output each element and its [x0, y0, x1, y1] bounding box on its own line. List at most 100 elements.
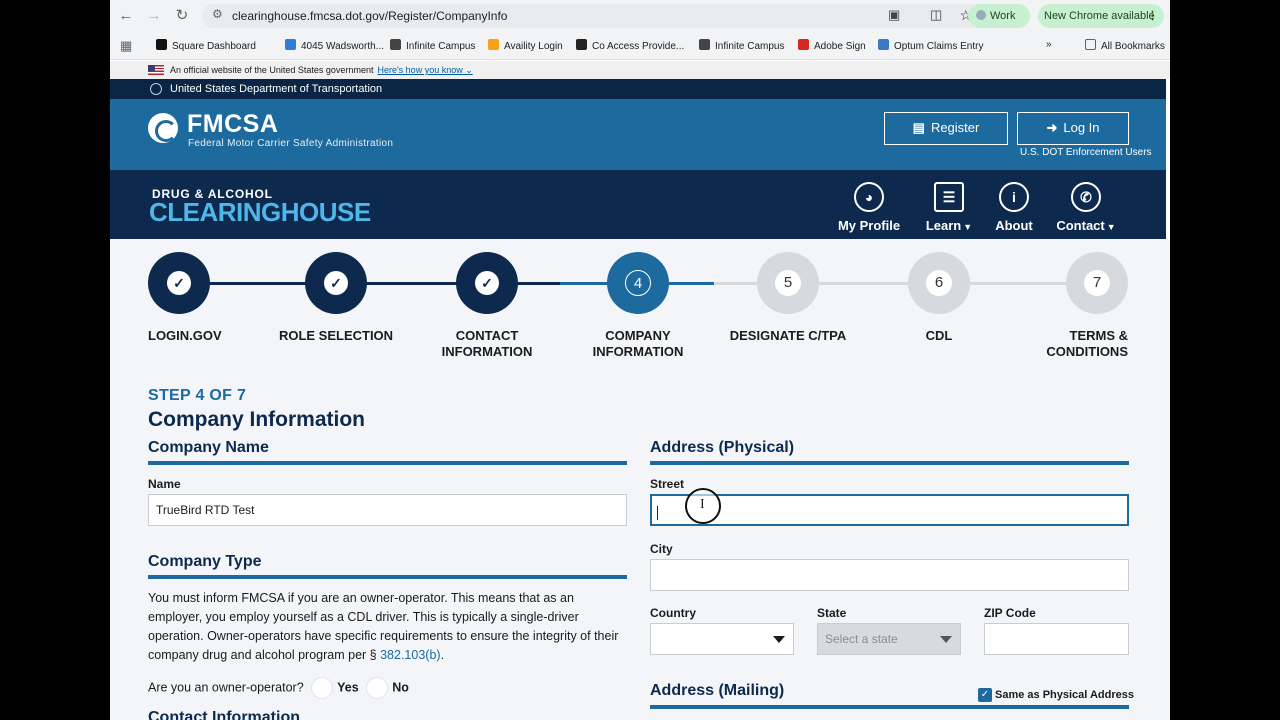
zip-input[interactable]: [984, 623, 1129, 655]
gov-banner: An official website of the United States…: [110, 61, 1170, 79]
city-input[interactable]: [650, 559, 1129, 591]
browser-toolbar: ← → ↻ ⚙ clearinghouse.fmcsa.dot.gov/Regi…: [110, 0, 1170, 32]
heres-how-label: Here's how you know: [377, 65, 463, 75]
nav-my-profile[interactable]: ◕ My Profile: [836, 182, 902, 233]
bookmark-label: Availity Login: [504, 41, 563, 52]
browser-window: ← → ↻ ⚙ clearinghouse.fmcsa.dot.gov/Regi…: [110, 0, 1170, 720]
same-as-physical-checkbox[interactable]: ✓: [978, 688, 992, 702]
city-label: City: [650, 542, 673, 556]
bookmark-item[interactable]: Infinite Campus: [699, 39, 784, 52]
step-number: 7: [1084, 270, 1110, 296]
login-button[interactable]: ➜ Log In: [1017, 112, 1129, 145]
extensions-icon[interactable]: ▣: [888, 7, 900, 23]
bookmark-label: Adobe Sign: [814, 41, 866, 52]
section-rule: [148, 575, 627, 579]
fmcsa-header: FMCSA Federal Motor Carrier Safety Admin…: [110, 99, 1166, 170]
all-bookmarks-label: All Bookmarks: [1101, 41, 1165, 52]
profile-label: Work: [990, 10, 1016, 22]
bookmark-favicon-icon: [285, 39, 296, 50]
bookmark-item[interactable]: Optum Claims Entry: [878, 39, 983, 52]
gauge-icon: ◕: [854, 182, 884, 212]
nav-about-label: About: [995, 218, 1033, 233]
gov-banner-text: An official website of the United States…: [170, 65, 374, 75]
profile-button[interactable]: Work: [968, 4, 1030, 28]
owner-operator-yes-radio[interactable]: [311, 677, 334, 699]
same-as-physical-label[interactable]: Same as Physical Address: [995, 689, 1134, 701]
step-5-circle: 5: [757, 252, 819, 314]
nav-learn-label: Learn: [925, 218, 962, 233]
owner-operator-label: Are you an owner-operator?: [148, 680, 304, 695]
bookmark-item[interactable]: Co Access Provide...: [576, 39, 684, 52]
address-physical-heading: Address (Physical): [650, 439, 795, 456]
no-label[interactable]: No: [392, 680, 409, 694]
bookmark-favicon-icon: [699, 39, 710, 50]
phone-chat-icon: ✆: [1071, 182, 1101, 212]
nav-learn[interactable]: ☰ Learn ▼: [922, 182, 976, 233]
enforcement-users-link[interactable]: U.S. DOT Enforcement Users: [1020, 147, 1152, 158]
checkmark-icon: ✓: [167, 271, 191, 295]
step-6-label: CDL: [925, 328, 953, 343]
all-bookmarks[interactable]: All Bookmarks: [1085, 39, 1165, 52]
company-name-input[interactable]: TrueBird RTD Test: [148, 494, 627, 526]
site-info-icon[interactable]: ⚙: [212, 7, 223, 21]
chrome-update-label: New Chrome available: [1044, 10, 1155, 22]
chevron-down-icon: [773, 636, 785, 643]
bookmark-favicon-icon: [156, 39, 167, 50]
yes-label[interactable]: Yes: [337, 680, 359, 694]
dot-bar-text: United States Department of Transportati…: [170, 83, 383, 95]
regulation-link[interactable]: 382.103(b): [380, 648, 440, 662]
company-name-heading: Company Name: [148, 439, 269, 456]
nav-contact[interactable]: ✆ Contact ▼: [1054, 182, 1118, 233]
book-icon: ☰: [934, 182, 964, 212]
bookmark-item[interactable]: Square Dashboard: [156, 39, 256, 52]
bookmark-item[interactable]: Availity Login: [488, 39, 563, 52]
chevron-down-icon: [940, 636, 952, 643]
step-1-label: LOGIN.GOV: [148, 328, 222, 343]
chrome-update-button[interactable]: New Chrome available ⋮: [1038, 4, 1164, 28]
state-select[interactable]: Select a state: [817, 623, 961, 655]
name-label: Name: [148, 477, 181, 491]
zip-label: ZIP Code: [984, 606, 1036, 620]
bookmark-label: 4045 Wadsworth...: [301, 41, 385, 52]
bookmark-label: Infinite Campus: [406, 41, 476, 52]
fmcsa-logo-icon[interactable]: [148, 113, 178, 143]
text-caret: [657, 506, 658, 520]
url-text: clearinghouse.fmcsa.dot.gov/Register/Com…: [232, 9, 508, 23]
bookmark-favicon-icon: [488, 39, 499, 50]
more-menu-icon[interactable]: ⋮: [1147, 4, 1158, 28]
register-button[interactable]: ▤ Register: [884, 112, 1008, 145]
country-select[interactable]: [650, 623, 794, 655]
step-3-circle: ✓: [456, 252, 518, 314]
step-6-circle: 6: [908, 252, 970, 314]
sign-in-icon: ➜: [1046, 120, 1058, 135]
apps-grid-icon[interactable]: ▦: [120, 38, 132, 54]
tab-search-icon[interactable]: ◫: [930, 7, 942, 23]
owner-operator-question: Are you an owner-operator? Yes No: [148, 677, 409, 699]
forward-icon[interactable]: →: [144, 6, 164, 26]
bookmark-label: Optum Claims Entry: [894, 41, 984, 52]
step-4-circle: 4: [607, 252, 669, 314]
address-bar[interactable]: ⚙ clearinghouse.fmcsa.dot.gov/Register/C…: [202, 4, 984, 28]
step-4-label: COMPANY INFORMATION: [592, 328, 684, 359]
bookmark-item[interactable]: Infinite Campus: [390, 39, 475, 52]
step-counter: STEP 4 OF 7: [148, 387, 247, 404]
clearinghouse-logo-main[interactable]: CLEARINGHOUSE: [149, 197, 371, 228]
heres-how-link[interactable]: Here's how you know ⌄: [377, 65, 472, 75]
bookmark-item[interactable]: 4045 Wadsworth...: [285, 39, 384, 52]
owner-operator-no-radio[interactable]: [366, 677, 389, 699]
nav-about[interactable]: i About: [992, 182, 1036, 233]
reload-icon[interactable]: ↻: [172, 6, 192, 26]
profile-avatar-icon: [976, 10, 986, 20]
back-icon[interactable]: ←: [116, 6, 136, 26]
section-rule: [650, 705, 1129, 709]
right-black-bar: [1170, 0, 1280, 720]
caret-down-icon: ▼: [963, 222, 973, 232]
section-rule: [650, 461, 1129, 465]
contact-information-heading: Contact Information: [148, 709, 300, 720]
bookmarks-overflow-icon[interactable]: »: [1046, 39, 1052, 50]
company-type-heading: Company Type: [148, 553, 262, 570]
step-7-label: TERMS & CONDITIONS: [1046, 328, 1128, 359]
fmcsa-title[interactable]: FMCSA: [187, 110, 278, 139]
bookmark-item[interactable]: Adobe Sign: [798, 39, 866, 52]
street-input[interactable]: [650, 494, 1129, 526]
